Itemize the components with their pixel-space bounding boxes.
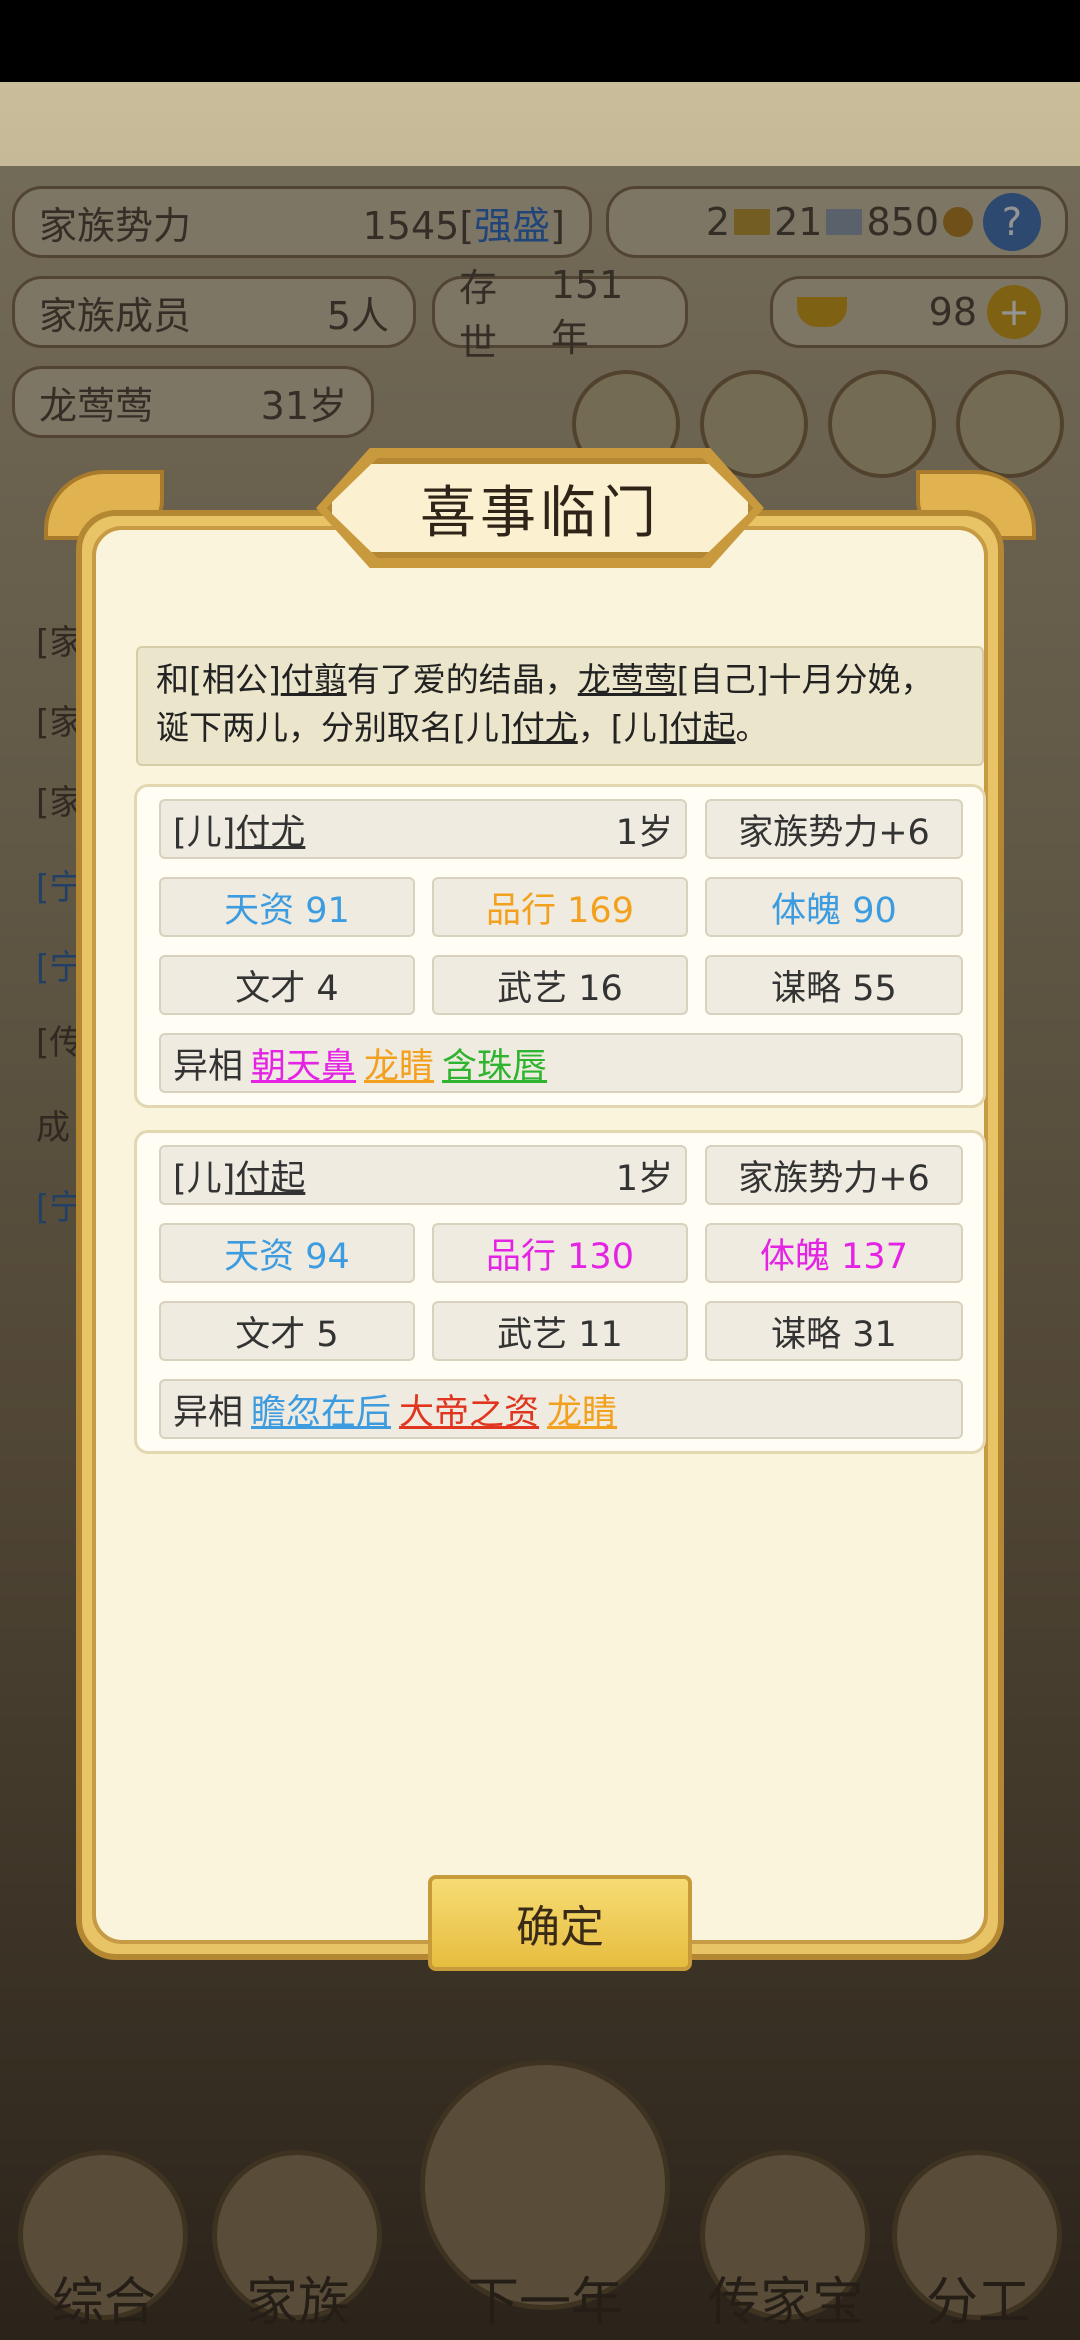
stat-literary: 文才 5 <box>159 1301 415 1361</box>
child-card: [儿] 付尤 1岁 家族势力+6 天资 91 品行 169 体魄 90 文才 4 … <box>134 784 986 1108</box>
traits-label: 异相 <box>173 1392 244 1433</box>
stat-physique: 体魄 90 <box>705 877 963 937</box>
child-name[interactable]: 付起 <box>235 1150 305 1201</box>
stat-literary: 文才 4 <box>159 955 415 1015</box>
status-bar <box>0 0 1080 82</box>
traits-label: 异相 <box>173 1046 244 1087</box>
traits-row: 异相 朝天鼻 龙睛 含珠唇 <box>159 1033 963 1093</box>
self-name-link[interactable]: 龙莺莺 <box>578 660 677 699</box>
trait-tag[interactable]: 瞻忽在后 <box>251 1384 391 1435</box>
trait-tag[interactable]: 龙睛 <box>364 1038 434 1089</box>
stat-strategy: 谋略 31 <box>705 1301 963 1361</box>
child-relation: [儿] <box>173 1158 236 1199</box>
trait-tag[interactable]: 含珠唇 <box>442 1038 547 1089</box>
child-name-cell[interactable]: [儿] 付起 1岁 <box>159 1145 687 1205</box>
traits-row: 异相 瞻忽在后 大帝之资 龙睛 <box>159 1379 963 1439</box>
stat-physique: 体魄 137 <box>705 1223 963 1283</box>
stat-martial: 武艺 16 <box>432 955 688 1015</box>
stat-martial: 武艺 11 <box>432 1301 688 1361</box>
child-name[interactable]: 付尤 <box>235 804 305 855</box>
stat-talent: 天资 91 <box>159 877 415 937</box>
family-power-gain: 家族势力+6 <box>705 799 963 859</box>
event-message: 和[相公]付翦有了爱的结晶，龙莺莺[自己]十月分娩，诞下两儿，分别取名[儿]付尤… <box>136 646 984 766</box>
child-age: 1岁 <box>615 812 673 853</box>
dialog-body: 和[相公]付翦有了爱的结晶，龙莺莺[自己]十月分娩，诞下两儿，分别取名[儿]付尤… <box>92 526 988 1971</box>
trait-tag[interactable]: 龙睛 <box>547 1384 617 1435</box>
stat-strategy: 谋略 55 <box>705 955 963 1015</box>
family-power-gain: 家族势力+6 <box>705 1145 963 1205</box>
child-relation: [儿] <box>173 812 236 853</box>
trait-tag[interactable]: 朝天鼻 <box>251 1038 356 1089</box>
spouse-name-link[interactable]: 付翦 <box>281 660 347 699</box>
confirm-button[interactable]: 确定 <box>428 1875 692 1971</box>
stat-conduct: 品行 169 <box>432 877 688 937</box>
child-name-cell[interactable]: [儿] 付尤 1岁 <box>159 799 687 859</box>
trait-tag[interactable]: 大帝之资 <box>399 1384 539 1435</box>
event-dialog: 和[相公]付翦有了爱的结晶，龙莺莺[自己]十月分娩，诞下两儿，分别取名[儿]付尤… <box>44 448 1036 1971</box>
child-age: 1岁 <box>615 1158 673 1199</box>
child2-name-link[interactable]: 付起 <box>670 708 736 747</box>
dialog-title: 喜事临门 <box>326 458 754 558</box>
stat-talent: 天资 94 <box>159 1223 415 1283</box>
child-card: [儿] 付起 1岁 家族势力+6 天资 94 品行 130 体魄 137 文才 5… <box>134 1130 986 1454</box>
child1-name-link[interactable]: 付尤 <box>512 708 578 747</box>
stat-conduct: 品行 130 <box>432 1223 688 1283</box>
